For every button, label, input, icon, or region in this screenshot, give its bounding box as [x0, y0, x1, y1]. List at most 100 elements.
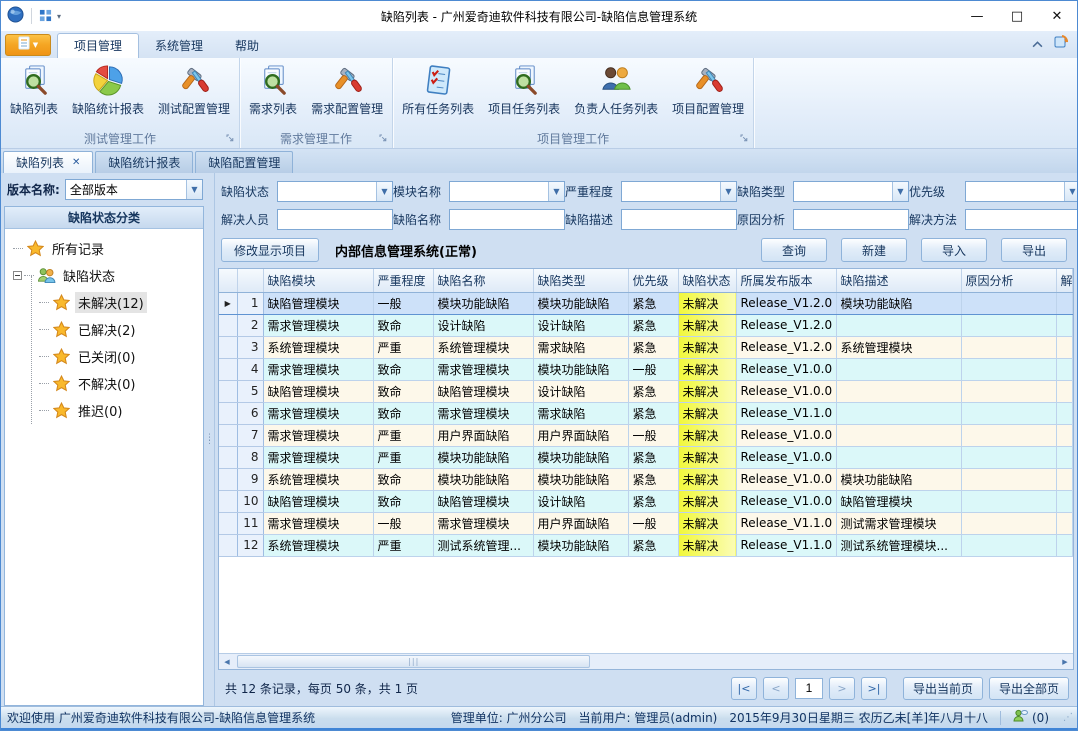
- grid-cell[interactable]: [961, 380, 1056, 402]
- grid-cell[interactable]: 系统管理模块: [433, 336, 533, 358]
- grid-row[interactable]: 7需求管理模块严重用户界面缺陷用户界面缺陷一般未解决Release_V1.0.0: [219, 424, 1073, 446]
- grid-cell[interactable]: 致命: [373, 490, 433, 512]
- grid-cell[interactable]: [836, 358, 961, 380]
- grid-cell[interactable]: 未解决: [678, 380, 736, 402]
- grid-cell[interactable]: 需求管理模块: [433, 358, 533, 380]
- filter-input-defect-desc[interactable]: [621, 209, 737, 230]
- horizontal-scrollbar[interactable]: ◀ ▶: [219, 653, 1073, 669]
- grid-cell[interactable]: 紧急: [628, 402, 678, 424]
- ribbon-tab-help[interactable]: 帮助: [219, 34, 275, 58]
- filter-input-solution[interactable]: [965, 209, 1078, 230]
- row-selector-cell[interactable]: [219, 380, 237, 402]
- grid-cell[interactable]: 系统管理模块: [263, 336, 373, 358]
- grid-row[interactable]: 8需求管理模块严重模块功能缺陷模块功能缺陷紧急未解决Release_V1.0.0: [219, 446, 1073, 468]
- grid-cell[interactable]: 系统管理模块: [263, 468, 373, 490]
- tree-item-unresolved[interactable]: 未解决(12): [5, 289, 203, 316]
- grid-cell[interactable]: 未解决: [678, 534, 736, 556]
- collapse-ribbon-icon[interactable]: [1032, 33, 1043, 52]
- doc-tab-defect-config[interactable]: 缺陷配置管理: [195, 151, 293, 173]
- doc-tab-defect-report[interactable]: 缺陷统计报表: [95, 151, 193, 173]
- tree-item-wont-fix[interactable]: 不解决(0): [5, 370, 203, 397]
- grid-row[interactable]: ▶1缺陷管理模块一般模块功能缺陷模块功能缺陷紧急未解决Release_V1.2.…: [219, 292, 1073, 314]
- splitter-handle[interactable]: ⋮⋮: [205, 173, 214, 706]
- grid-cell[interactable]: 未解决: [678, 424, 736, 446]
- grid-cell[interactable]: [1056, 402, 1073, 424]
- grid-cell[interactable]: 未解决: [678, 292, 736, 314]
- grid-cell[interactable]: 一般: [373, 512, 433, 534]
- grid-cell[interactable]: [1056, 336, 1073, 358]
- grid-cell[interactable]: 用户界面缺陷: [433, 424, 533, 446]
- row-selector-cell[interactable]: [219, 490, 237, 512]
- export-button[interactable]: 导出: [1001, 238, 1067, 262]
- column-header[interactable]: 优先级: [628, 269, 678, 292]
- grid-cell[interactable]: Release_V1.0.0: [736, 490, 836, 512]
- theme-style-icon[interactable]: [1053, 33, 1069, 53]
- grid-cell[interactable]: 未解决: [678, 402, 736, 424]
- scroll-right-icon[interactable]: ▶: [1057, 654, 1073, 669]
- grid-cell[interactable]: 缺陷管理模块: [263, 292, 373, 314]
- filter-combo-severity[interactable]: ▼: [621, 181, 737, 202]
- grid-cell[interactable]: 未解决: [678, 468, 736, 490]
- grid-cell[interactable]: 用户界面缺陷: [533, 424, 628, 446]
- quick-access-grid-icon[interactable]: [39, 7, 52, 26]
- grid-cell[interactable]: 需求管理模块: [263, 314, 373, 336]
- grid-cell[interactable]: 需求管理模块: [263, 402, 373, 424]
- grid-row[interactable]: 6需求管理模块致命需求管理模块需求缺陷紧急未解决Release_V1.1.0: [219, 402, 1073, 424]
- grid-cell[interactable]: 设计缺陷: [533, 490, 628, 512]
- modify-display-button[interactable]: 修改显示项目: [221, 238, 319, 262]
- grid-cell[interactable]: [1056, 490, 1073, 512]
- grid-cell[interactable]: 严重: [373, 336, 433, 358]
- grid-cell[interactable]: 设计缺陷: [533, 314, 628, 336]
- ribbon-button-defect-list[interactable]: 缺陷列表: [3, 60, 65, 128]
- grid-cell[interactable]: [836, 424, 961, 446]
- grid-cell[interactable]: [1056, 292, 1073, 314]
- grid-cell[interactable]: 模块功能缺陷: [533, 292, 628, 314]
- quick-access-dropdown-icon[interactable]: ▾: [57, 12, 61, 21]
- last-page-button[interactable]: >|: [861, 677, 887, 700]
- scroll-left-icon[interactable]: ◀: [219, 654, 235, 669]
- ribbon-button-req-list[interactable]: 需求列表: [242, 60, 304, 128]
- ribbon-button-project-config[interactable]: 项目配置管理: [665, 60, 751, 128]
- row-selector-cell[interactable]: ▶: [219, 292, 237, 314]
- page-number-input[interactable]: [795, 678, 823, 699]
- grid-cell[interactable]: 模块功能缺陷: [533, 534, 628, 556]
- grid-row[interactable]: 12系统管理模块严重测试系统管理...模块功能缺陷紧急未解决Release_V1…: [219, 534, 1073, 556]
- grid-cell[interactable]: [961, 446, 1056, 468]
- grid-cell[interactable]: [961, 424, 1056, 446]
- grid-cell[interactable]: [961, 490, 1056, 512]
- resize-grip-icon[interactable]: ⋰: [1063, 712, 1073, 723]
- next-page-button[interactable]: >: [829, 677, 855, 700]
- grid-cell[interactable]: 设计缺陷: [533, 380, 628, 402]
- grid-cell[interactable]: 缺陷管理模块: [433, 380, 533, 402]
- dialog-launcher-icon[interactable]: [379, 131, 387, 145]
- grid-cell[interactable]: [1056, 512, 1073, 534]
- grid-cell[interactable]: [1056, 314, 1073, 336]
- ribbon-button-owner-tasks[interactable]: 负责人任务列表: [567, 60, 665, 128]
- app-logo-icon[interactable]: [7, 6, 24, 27]
- grid-cell[interactable]: [961, 358, 1056, 380]
- row-selector-cell[interactable]: [219, 358, 237, 380]
- grid-cell[interactable]: 一般: [628, 358, 678, 380]
- doc-tab-defect-list[interactable]: 缺陷列表 ✕: [3, 151, 93, 173]
- column-header[interactable]: 缺陷状态: [678, 269, 736, 292]
- chevron-down-icon[interactable]: ▼: [548, 182, 564, 201]
- query-button[interactable]: 查询: [761, 238, 827, 262]
- grid-cell[interactable]: [961, 512, 1056, 534]
- grid-cell[interactable]: 缺陷管理模块: [433, 490, 533, 512]
- column-header[interactable]: 原因分析: [961, 269, 1056, 292]
- grid-cell[interactable]: 未解决: [678, 512, 736, 534]
- grid-cell[interactable]: 需求管理模块: [263, 446, 373, 468]
- filter-combo-module-name[interactable]: ▼: [449, 181, 565, 202]
- grid-cell[interactable]: 致命: [373, 314, 433, 336]
- grid-cell[interactable]: 紧急: [628, 534, 678, 556]
- grid-cell[interactable]: 紧急: [628, 314, 678, 336]
- first-page-button[interactable]: |<: [731, 677, 757, 700]
- ribbon-button-req-config[interactable]: 需求配置管理: [304, 60, 390, 128]
- grid-cell[interactable]: 缺陷管理模块: [836, 490, 961, 512]
- column-header[interactable]: 解决方法: [1056, 269, 1073, 292]
- grid-cell[interactable]: 用户界面缺陷: [533, 512, 628, 534]
- grid-cell[interactable]: 致命: [373, 358, 433, 380]
- chevron-down-icon[interactable]: ▼: [1064, 182, 1078, 201]
- grid-row[interactable]: 5缺陷管理模块致命缺陷管理模块设计缺陷紧急未解决Release_V1.0.0: [219, 380, 1073, 402]
- grid-cell[interactable]: 紧急: [628, 336, 678, 358]
